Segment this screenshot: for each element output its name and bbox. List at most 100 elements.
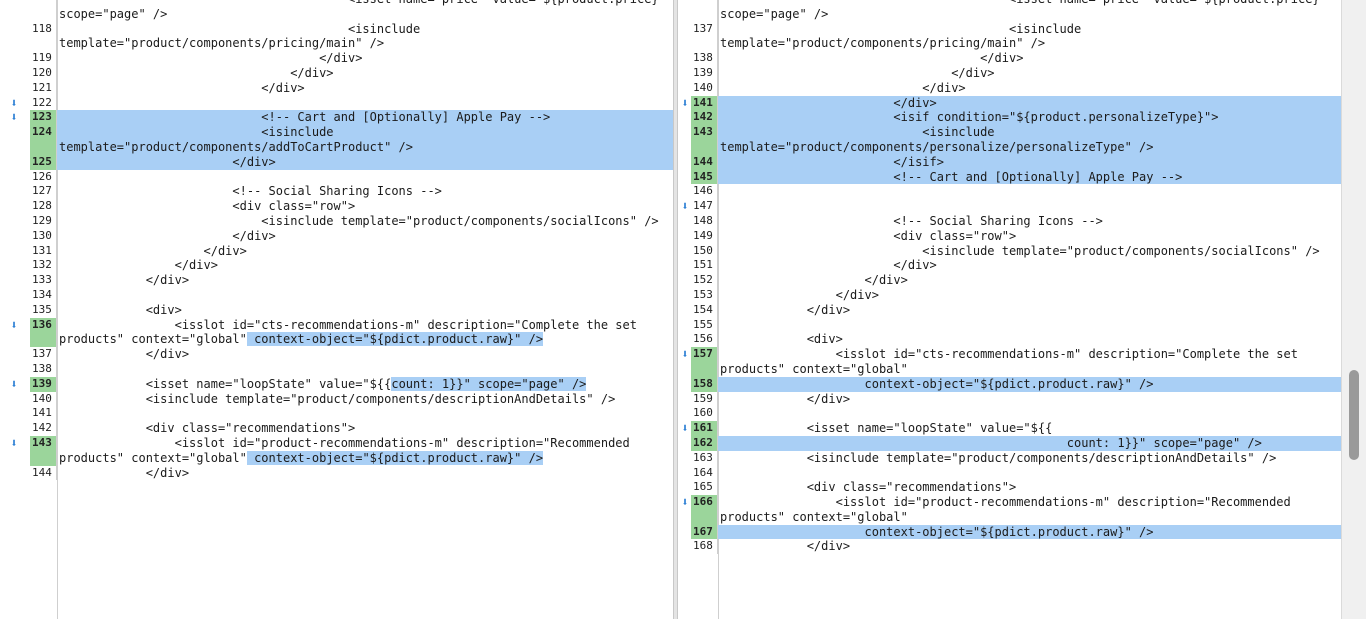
- diff-line[interactable]: 125 </div>: [30, 154, 673, 170]
- diff-line[interactable]: 146: [691, 184, 1342, 200]
- diff-line[interactable]: 152 </div>: [691, 273, 1342, 288]
- diff-line[interactable]: 144 </isif>: [691, 154, 1342, 170]
- diff-line[interactable]: 138 </div>: [691, 51, 1342, 66]
- diff-line[interactable]: 142 <div class="recommendations">: [30, 421, 673, 436]
- diff-line[interactable]: 145 <!-- Cart and [Optionally] Apple Pay…: [691, 169, 1342, 185]
- diff-line[interactable]: 124 <isinclude: [30, 125, 673, 140]
- diff-line[interactable]: 164: [691, 465, 1342, 481]
- diff-line[interactable]: 118 <isinclude: [30, 21, 673, 37]
- diff-line[interactable]: scope="page" />: [30, 6, 673, 22]
- line-number: 138: [691, 51, 718, 66]
- code-text: products" context="global": [59, 332, 247, 347]
- line-number: 162: [691, 435, 718, 451]
- diff-line[interactable]: 135 <div>: [30, 302, 673, 318]
- line-text: </div>: [718, 95, 1342, 111]
- diff-line[interactable]: 161 <isset name="loopState" value="${{⬇: [681, 421, 1342, 436]
- diff-line[interactable]: 141 </div> ⬇: [681, 95, 1342, 111]
- diff-line[interactable]: 122: [30, 95, 673, 111]
- code-text: products" context="global": [59, 450, 247, 465]
- diff-line[interactable]: 137 </div>: [30, 347, 673, 362]
- diff-line[interactable]: template="product/components/personalize…: [691, 139, 1342, 155]
- diff-line[interactable]: 166 <isslot id="product-recommendations-…: [681, 495, 1342, 510]
- diff-line[interactable]: 162 count: 1}}" scope="page" />: [691, 435, 1342, 451]
- diff-line[interactable]: products" context="global": [691, 361, 1342, 377]
- arrow-down-icon[interactable]: ⬇: [6, 96, 22, 111]
- code-text: <isset name="loopState" value="${{: [720, 421, 1053, 436]
- diff-line[interactable]: 163 <isinclude template="product/compone…: [691, 450, 1342, 466]
- diff-line[interactable]: 140 <isinclude template="product/compone…: [30, 391, 673, 407]
- diff-line[interactable]: 151 </div>: [691, 258, 1342, 274]
- diff-line[interactable]: 139 <isset name="loopState" value="${{co…: [10, 376, 673, 392]
- code-text: <isinclude template="product/components/…: [59, 213, 659, 228]
- line-number: 126: [30, 169, 57, 185]
- diff-line[interactable]: scope="page" />: [691, 6, 1342, 22]
- diff-line[interactable]: <isset name="price" value="${product.pri…: [691, 0, 1342, 7]
- arrow-down-icon[interactable]: ⬇: [6, 110, 22, 125]
- arrow-down-icon[interactable]: ⬇: [678, 495, 693, 510]
- scrollbar-thumb[interactable]: [1349, 370, 1359, 460]
- line-text: <div class="recommendations">: [718, 480, 1342, 495]
- diff-line[interactable]: 131 </div>: [30, 243, 673, 259]
- arrow-down-icon[interactable]: ⬇: [678, 421, 693, 436]
- diff-line[interactable]: 119 </div>: [30, 51, 673, 66]
- diff-line[interactable]: 139 </div>: [691, 65, 1342, 81]
- line-number: 166: [691, 495, 718, 510]
- line-number: [30, 6, 57, 22]
- diff-line[interactable]: 123 <!-- Cart and [Optionally] Apple Pay…: [10, 110, 673, 126]
- arrow-down-icon[interactable]: ⬇: [6, 318, 22, 333]
- diff-line[interactable]: 168 </div>: [691, 539, 1342, 555]
- diff-line[interactable]: 154 </div>: [691, 302, 1342, 318]
- diff-line[interactable]: 143 <isinclude: [691, 125, 1342, 140]
- left-diff-pane[interactable]: <isset name="price" value="${product.pri…: [0, 0, 673, 619]
- diff-line[interactable]: 158 context-object="${pdict.product.raw}…: [691, 376, 1342, 392]
- diff-line[interactable]: 138: [30, 361, 673, 377]
- diff-line[interactable]: 140 </div>: [691, 80, 1342, 96]
- diff-line[interactable]: 155: [691, 317, 1342, 333]
- diff-line[interactable]: products" context="global" context-objec…: [30, 332, 673, 348]
- line-number: 139: [691, 65, 718, 81]
- arrow-down-icon[interactable]: ⬇: [6, 436, 22, 451]
- diff-line[interactable]: 137 <isinclude: [691, 21, 1342, 37]
- diff-line[interactable]: 142 <isif condition="${product.personali…: [691, 110, 1342, 126]
- diff-line[interactable]: 148 <!-- Social Sharing Icons -->: [691, 213, 1342, 229]
- diff-line[interactable]: 132 </div>: [30, 258, 673, 274]
- diff-line[interactable]: template="product/components/addToCartPr…: [30, 139, 673, 155]
- diff-line[interactable]: 167 context-object="${pdict.product.raw}…: [691, 524, 1342, 540]
- line-number: [691, 361, 718, 377]
- diff-line[interactable]: 147: [691, 199, 1342, 214]
- diff-line[interactable]: products" context="global" context-objec…: [30, 450, 673, 466]
- diff-line[interactable]: 130 </div>: [30, 228, 673, 244]
- right-code-view[interactable]: <isset name="price" value="${product.pri…: [681, 0, 1342, 555]
- diff-line[interactable]: 136 <isslot id="cts-recommendations-m" d…: [10, 317, 673, 333]
- diff-line[interactable]: 121 </div>: [30, 80, 673, 96]
- diff-line[interactable]: 133 </div>: [30, 273, 673, 288]
- diff-line[interactable]: 156 <div>: [691, 332, 1342, 348]
- diff-line[interactable]: <isset name="price" value="${product.pri…: [30, 0, 673, 7]
- diff-line[interactable]: 128 <div class="row">: [30, 199, 673, 214]
- diff-line[interactable]: 134: [30, 287, 673, 303]
- arrow-down-icon[interactable]: ⬇: [6, 377, 22, 392]
- diff-line[interactable]: 129 <isinclude template="product/compone…: [30, 213, 673, 229]
- left-code-view[interactable]: <isset name="price" value="${product.pri…: [10, 0, 673, 481]
- arrow-down-icon[interactable]: ⬇: [678, 96, 693, 111]
- diff-line[interactable]: 160: [691, 406, 1342, 422]
- vertical-scrollbar[interactable]: [1341, 0, 1366, 619]
- diff-line[interactable]: 159 </div>: [691, 391, 1342, 407]
- diff-line[interactable]: 127 <!-- Social Sharing Icons -->: [30, 184, 673, 200]
- right-diff-pane[interactable]: <isset name="price" value="${product.pri…: [678, 0, 1342, 619]
- diff-line[interactable]: template="product/components/pricing/mai…: [691, 36, 1342, 52]
- diff-line[interactable]: 120 </div>: [30, 65, 673, 81]
- diff-line[interactable]: 126: [30, 169, 673, 185]
- diff-line[interactable]: 157 <isslot id="cts-recommendations-m" d…: [681, 347, 1342, 362]
- diff-line[interactable]: 149 <div class="row">: [691, 228, 1342, 244]
- arrow-down-icon[interactable]: ⬇: [678, 347, 693, 362]
- diff-line[interactable]: 153 </div>: [691, 287, 1342, 303]
- diff-line[interactable]: 165 <div class="recommendations">: [691, 480, 1342, 496]
- diff-line[interactable]: 150 <isinclude template="product/compone…: [691, 243, 1342, 259]
- diff-line[interactable]: 141: [30, 406, 673, 422]
- code-text: </div>: [59, 154, 276, 169]
- diff-line[interactable]: template="product/components/pricing/mai…: [30, 36, 673, 52]
- diff-line[interactable]: 143 <isslot id="product-recommendations-…: [10, 435, 673, 451]
- diff-line[interactable]: 144 </div>: [30, 465, 673, 481]
- diff-line[interactable]: products" context="global": [691, 509, 1342, 525]
